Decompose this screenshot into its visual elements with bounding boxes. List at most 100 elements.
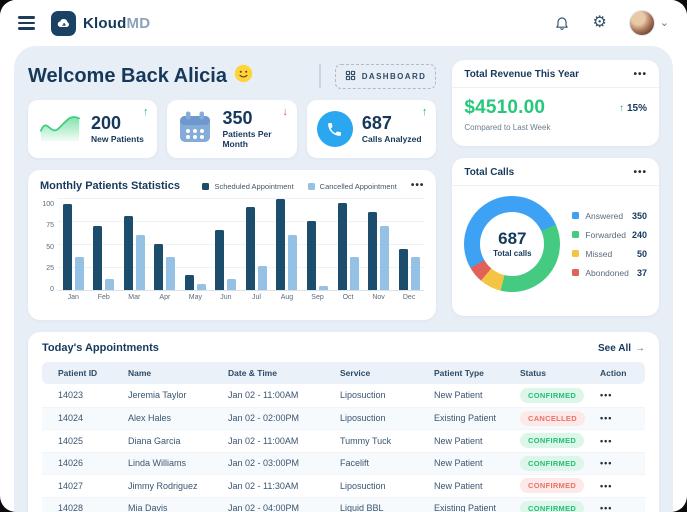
bar-group-dec xyxy=(394,198,425,290)
cell-action: ••• xyxy=(600,413,643,423)
bar-scheduled-appointment-apr xyxy=(154,244,163,290)
legend-cancelled: Cancelled Appointment xyxy=(308,182,397,191)
cell-id: 14028 xyxy=(58,503,128,512)
cell-action: ••• xyxy=(600,503,643,512)
cell-name: Diana Garcia xyxy=(128,436,228,446)
calls-donut-chart: 687 Total calls xyxy=(464,196,560,292)
cell-datetime: Jan 02 - 11:00AM xyxy=(228,390,340,400)
settings-gear-icon[interactable]: ⚙ xyxy=(592,15,606,31)
status-badge: CONFIRMED xyxy=(520,388,584,403)
row-actions-button[interactable]: ••• xyxy=(600,503,612,512)
status-badge: CONFIRMED xyxy=(520,433,584,448)
y-tick: 50 xyxy=(46,244,54,251)
x-tick-feb: Feb xyxy=(89,290,120,306)
bar-scheduled-appointment-may xyxy=(185,275,194,290)
y-axis: 1007550250 xyxy=(40,198,58,290)
column-header-service: Service xyxy=(340,368,434,378)
bar-scheduled-appointment-jul xyxy=(246,207,255,290)
bar-group-mar xyxy=(119,198,150,290)
cell-name: Linda Williams xyxy=(128,458,228,468)
dashboard-button[interactable]: DASHBOARD xyxy=(335,64,437,89)
cell-datetime: Jan 02 - 03:00PM xyxy=(228,458,340,468)
row-actions-button[interactable]: ••• xyxy=(600,436,612,446)
x-tick-jul: Jul xyxy=(241,290,272,306)
cell-action: ••• xyxy=(600,390,643,400)
cell-type: Existing Patient xyxy=(434,503,520,512)
cell-status: CONFIRMED xyxy=(520,501,600,512)
calls-menu-button[interactable]: ••• xyxy=(633,168,647,178)
legend-value: 350 xyxy=(632,211,647,221)
bar-group-apr xyxy=(150,198,181,290)
bar-scheduled-appointment-dec xyxy=(399,249,408,290)
y-tick: 75 xyxy=(46,222,54,229)
cell-status: CANCELLED xyxy=(520,411,600,426)
calls-legend-item-forwarded: Forwarded240 xyxy=(572,230,647,240)
status-badge: CANCELLED xyxy=(520,411,585,426)
trend-down-icon: ↓ xyxy=(282,106,288,118)
user-avatar[interactable] xyxy=(629,10,655,36)
y-tick: 25 xyxy=(46,265,54,272)
hamburger-menu-icon[interactable] xyxy=(18,16,35,29)
chart-menu-button[interactable]: ••• xyxy=(411,181,425,191)
row-actions-button[interactable]: ••• xyxy=(600,458,612,468)
calendar-icon xyxy=(177,109,213,150)
row-actions-button[interactable]: ••• xyxy=(600,390,612,400)
cell-name: Jeremia Taylor xyxy=(128,390,228,400)
cell-action: ••• xyxy=(600,481,643,491)
bar-plot-area xyxy=(58,198,424,290)
x-tick-jan: Jan xyxy=(58,290,89,306)
bar-scheduled-appointment-aug xyxy=(276,199,285,290)
column-header-status: Status xyxy=(520,368,600,378)
bar-group-sep xyxy=(302,198,333,290)
brand-name: KloudMD xyxy=(83,15,150,32)
calls-card-title: Total Calls xyxy=(464,167,514,178)
column-header-patient-type: Patient Type xyxy=(434,368,520,378)
bar-group-oct xyxy=(333,198,364,290)
total-calls-card: Total Calls ••• 687 Total calls Answered… xyxy=(452,158,659,316)
revenue-card-title: Total Revenue This Year xyxy=(464,69,579,80)
notifications-bell-icon[interactable] xyxy=(554,15,570,31)
table-row: 14023Jeremia TaylorJan 02 - 11:00AMLipos… xyxy=(42,384,645,407)
legend-marker xyxy=(572,212,579,219)
cell-service: Tummy Tuck xyxy=(340,436,434,446)
cloud-logo-icon xyxy=(51,11,76,36)
x-axis: JanFebMarAprMayJunJulAugSepOctNovDec xyxy=(58,290,424,306)
cell-service: Liposuction xyxy=(340,481,434,491)
legend-label: Missed xyxy=(585,249,612,259)
column-header-patient-id: Patient ID xyxy=(58,368,128,378)
column-header-name: Name xyxy=(128,368,228,378)
status-badge: CONFIRMED xyxy=(520,456,584,471)
calls-legend-item-abondoned: Abondoned37 xyxy=(572,268,647,278)
row-actions-button[interactable]: ••• xyxy=(600,413,612,423)
bar-cancelled-appointment-jul xyxy=(258,266,267,290)
bar-cancelled-appointment-feb xyxy=(105,279,114,290)
revenue-change: ↑ 15% xyxy=(619,103,647,114)
row-actions-button[interactable]: ••• xyxy=(600,481,612,491)
y-tick: 100 xyxy=(42,201,54,208)
bar-cancelled-appointment-apr xyxy=(166,257,175,290)
user-menu[interactable]: ⌄ xyxy=(629,10,669,36)
column-header-action: Action xyxy=(600,368,643,378)
cell-action: ••• xyxy=(600,458,643,468)
cell-status: CONFIRMED xyxy=(520,433,600,448)
cell-service: Liquid BBL xyxy=(340,503,434,512)
chevron-down-icon: ⌄ xyxy=(660,18,669,29)
appointments-card: Today's Appointments See All → Patient I… xyxy=(28,332,659,512)
trend-up-icon: ↑ xyxy=(422,106,428,118)
cell-service: Facelift xyxy=(340,458,434,468)
revenue-menu-button[interactable]: ••• xyxy=(633,70,647,80)
cell-type: New Patient xyxy=(434,458,520,468)
table-row: 14026Linda WilliamsJan 02 - 03:00PMFacel… xyxy=(42,452,645,475)
cell-service: Liposuction xyxy=(340,390,434,400)
table-row: 14025Diana GarciaJan 02 - 11:00AMTummy T… xyxy=(42,429,645,452)
table-body: 14023Jeremia TaylorJan 02 - 11:00AMLipos… xyxy=(42,384,645,512)
bar-cancelled-appointment-oct xyxy=(350,257,359,290)
trend-up-icon: ↑ xyxy=(619,103,624,114)
cell-status: CONFIRMED xyxy=(520,456,600,471)
bar-group-may xyxy=(180,198,211,290)
table-row: 14028Mia DavisJan 02 - 04:00PMLiquid BBL… xyxy=(42,497,645,512)
see-all-link[interactable]: See All → xyxy=(598,343,645,354)
legend-value: 240 xyxy=(632,230,647,240)
cell-action: ••• xyxy=(600,436,643,446)
stat-value: 350 xyxy=(222,109,286,128)
